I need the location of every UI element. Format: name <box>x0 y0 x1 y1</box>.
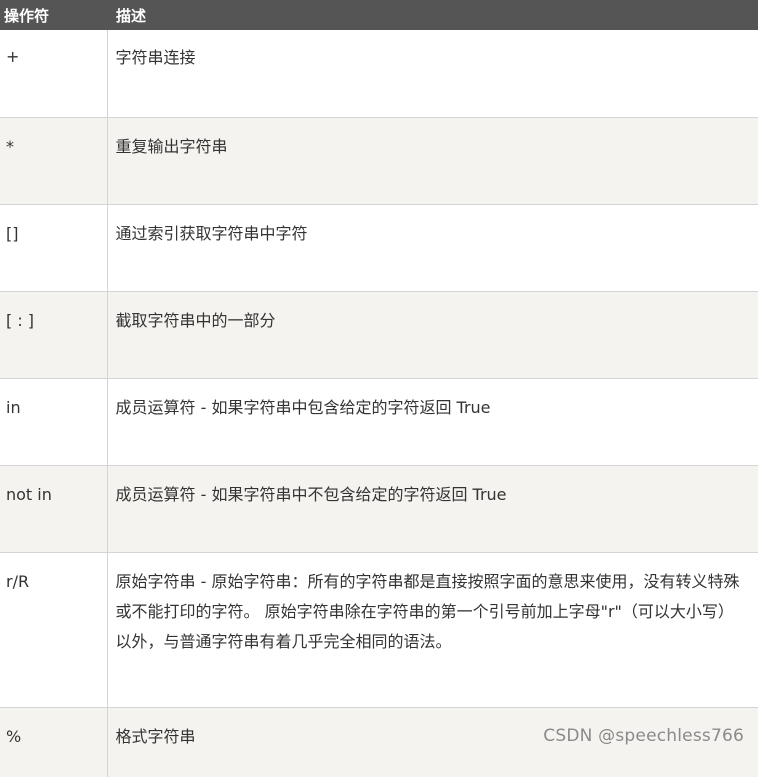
operator-cell: r/R <box>6 571 30 591</box>
header-operator: 操作符 <box>4 6 50 25</box>
operator-cell: in <box>6 397 21 417</box>
description-cell: 字符串连接 <box>115 48 196 67</box>
operator-cell: not in <box>6 484 52 504</box>
header-description: 描述 <box>116 6 147 25</box>
operator-cell: + <box>6 47 20 66</box>
operator-cell: [] <box>6 223 19 243</box>
watermark: CSDN @speechless766 <box>543 726 744 746</box>
table-row: [] 通过索引获取字符串中字符 <box>0 204 758 292</box>
operator-cell: * <box>6 136 14 156</box>
table-row: * 重复输出字符串 <box>0 117 758 205</box>
table-row: + 字符串连接 <box>0 30 758 118</box>
operators-table: 操作符 描述 + 字符串连接 * 重复输出字符串 [] 通过索引获取字符串中字符… <box>0 0 758 777</box>
description-cell: 重复输出字符串 <box>115 136 228 156</box>
description-cell: 截取字符串中的一部分 <box>115 310 276 330</box>
description-cell: 成员运算符 - 如果字符串中不包含给定的字符返回 True <box>115 484 507 504</box>
table-header: 操作符 描述 <box>0 0 758 30</box>
table-row: not in 成员运算符 - 如果字符串中不包含给定的字符返回 True <box>0 465 758 553</box>
table-row: r/R 原始字符串 - 原始字符串：所有的字符串都是直接按照字面的意思来使用，没… <box>0 552 758 708</box>
table-row: [ : ] 截取字符串中的一部分 <box>0 291 758 379</box>
description-cell: 成员运算符 - 如果字符串中包含给定的字符返回 True <box>115 397 491 417</box>
description-cell: 原始字符串 - 原始字符串：所有的字符串都是直接按照字面的意思来使用，没有转义特… <box>115 571 740 651</box>
description-cell: 通过索引获取字符串中字符 <box>115 223 308 243</box>
operator-cell: % <box>6 726 22 746</box>
table-row: in 成员运算符 - 如果字符串中包含给定的字符返回 True <box>0 378 758 466</box>
operator-cell: [ : ] <box>6 310 35 330</box>
